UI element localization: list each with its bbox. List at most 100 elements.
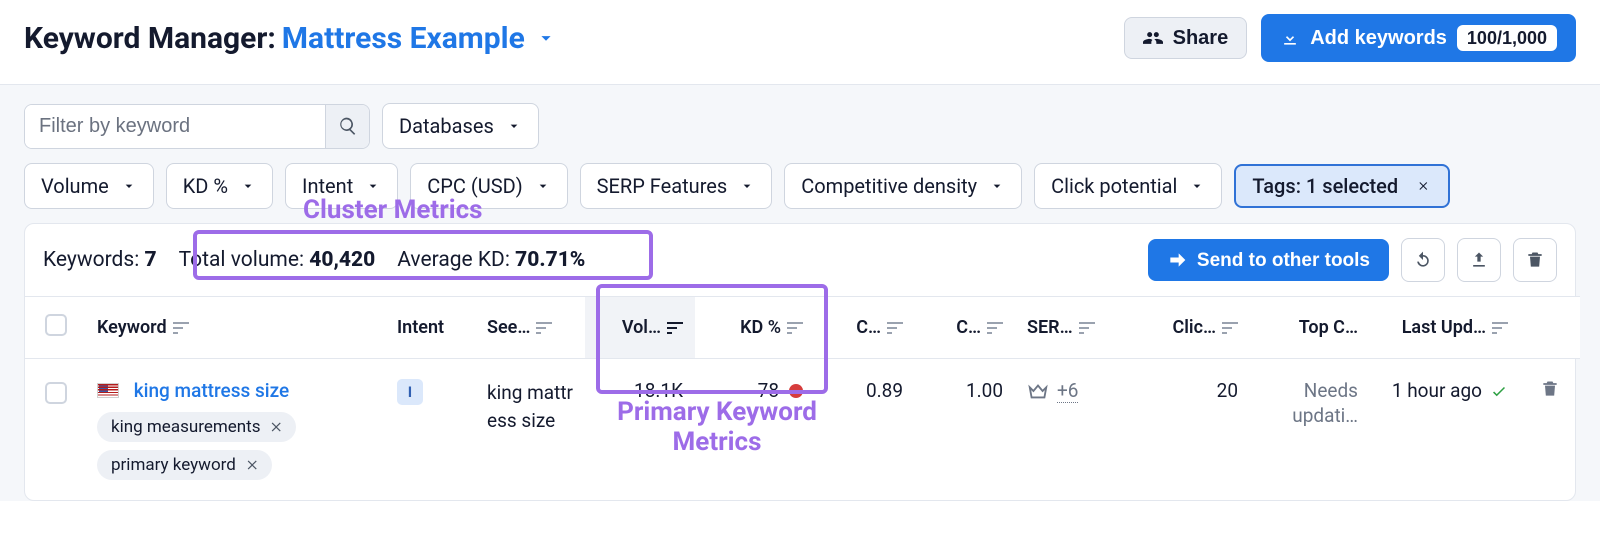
col-click[interactable]: Clic…	[1135, 297, 1250, 359]
project-selector[interactable]: Mattress Example	[282, 21, 557, 56]
tag-remove[interactable]	[244, 456, 262, 474]
tag-chip[interactable]: primary keyword	[97, 450, 272, 480]
chevron-down-icon	[989, 178, 1005, 194]
cell-top-competitor: Needs updati…	[1250, 359, 1370, 501]
chevron-down-icon	[535, 178, 551, 194]
people-icon	[1143, 28, 1163, 48]
filter-intent[interactable]: Intent	[285, 163, 398, 209]
col-label: C…	[956, 317, 981, 338]
send-to-tools-button[interactable]: Send to other tools	[1148, 239, 1389, 281]
close-icon	[246, 458, 260, 472]
col-label: Clic…	[1172, 317, 1216, 338]
summary-bar: Keywords: 7 Total volume: 40,420 Average…	[25, 224, 1575, 296]
delete-button[interactable]	[1513, 238, 1557, 282]
col-cpc[interactable]: C…	[815, 297, 915, 359]
chevron-down-icon	[535, 27, 557, 49]
cell-last-update: 1 hour ago	[1370, 359, 1520, 501]
col-kd[interactable]: KD %	[695, 297, 815, 359]
keyword-link[interactable]: king mattress size	[134, 379, 289, 402]
col-seed[interactable]: See…	[475, 297, 585, 359]
metric-avg-kd: Average KD: 70.71%	[397, 248, 585, 272]
databases-select[interactable]: Databases	[382, 103, 539, 149]
keyword-search-input[interactable]	[25, 105, 325, 148]
tag-remove[interactable]	[268, 418, 286, 436]
sort-icon	[887, 317, 903, 338]
intent-badge: I	[397, 379, 423, 405]
col-volume[interactable]: Vol…	[585, 297, 695, 359]
col-label: SER…	[1027, 317, 1073, 338]
page-title: Keyword Manager: Mattress Example	[24, 21, 557, 56]
col-label: Keyword	[97, 317, 167, 338]
filter-click[interactable]: Click potential	[1034, 163, 1222, 209]
cell-intent: I	[385, 359, 475, 501]
filter-label: Volume	[41, 174, 109, 198]
col-lastupdate[interactable]: Last Upd…	[1370, 297, 1520, 359]
row-checkbox[interactable]	[45, 382, 67, 404]
filters-row-1: Databases	[24, 103, 1576, 149]
add-keywords-count: 100/1,000	[1457, 25, 1557, 51]
send-icon	[1167, 250, 1187, 270]
share-button[interactable]: Share	[1124, 17, 1248, 59]
chevron-down-icon	[506, 118, 522, 134]
filter-cpc[interactable]: CPC (USD)	[410, 163, 567, 209]
table-header-row: Keyword Intent See… Vol… KD % C… C… SER……	[25, 297, 1580, 359]
tag-label: king measurements	[111, 417, 260, 437]
crown-icon	[1027, 380, 1049, 402]
sort-icon	[173, 317, 189, 338]
search-icon	[338, 116, 358, 136]
tags-clear-button[interactable]	[1412, 174, 1436, 198]
top-actions: Share Add keywords 100/1,000	[1124, 14, 1576, 62]
table-row: king mattress size king measurements pri…	[25, 359, 1580, 501]
chevron-down-icon	[1189, 178, 1205, 194]
col-label: Vol…	[622, 317, 661, 338]
last-update-text: 1 hour ago	[1392, 379, 1482, 402]
filter-volume[interactable]: Volume	[24, 163, 154, 209]
col-intent[interactable]: Intent	[385, 297, 475, 359]
col-label: Top C…	[1299, 317, 1358, 338]
row-delete-button[interactable]	[1532, 379, 1568, 399]
chevron-down-icon	[365, 178, 381, 194]
sort-icon	[667, 317, 683, 338]
metric-value: 7	[145, 248, 157, 272]
filter-kd[interactable]: KD %	[166, 163, 273, 209]
chevron-down-icon	[739, 178, 755, 194]
col-serp[interactable]: SER…	[1015, 297, 1135, 359]
cell-keyword: king mattress size king measurements pri…	[85, 359, 385, 501]
keyword-search-button[interactable]	[325, 105, 369, 148]
col-cd[interactable]: C…	[915, 297, 1015, 359]
filter-tags-active[interactable]: Tags: 1 selected	[1234, 164, 1450, 208]
filter-serp[interactable]: SERP Features	[580, 163, 773, 209]
databases-label: Databases	[399, 114, 494, 138]
title-prefix: Keyword Manager:	[24, 21, 276, 56]
col-actions	[1520, 297, 1580, 359]
keyword-search	[24, 104, 370, 149]
cell-select	[25, 359, 85, 501]
keywords-table: Keyword Intent See… Vol… KD % C… C… SER……	[25, 296, 1580, 500]
export-button[interactable]	[1457, 238, 1501, 282]
chevron-down-icon	[240, 178, 256, 194]
col-keyword[interactable]: Keyword	[85, 297, 385, 359]
filter-cd[interactable]: Competitive density	[784, 163, 1022, 209]
chevron-down-icon	[121, 178, 137, 194]
select-all-checkbox[interactable]	[45, 314, 67, 336]
summary-actions: Send to other tools	[1148, 238, 1557, 282]
col-topc[interactable]: Top C…	[1250, 297, 1370, 359]
close-icon	[270, 420, 284, 434]
add-keywords-button[interactable]: Add keywords 100/1,000	[1261, 14, 1576, 62]
filter-label: Competitive density	[801, 174, 977, 198]
tag-chip[interactable]: king measurements	[97, 412, 296, 442]
tags-filter-label: Tags: 1 selected	[1252, 174, 1398, 198]
metric-label: Average KD:	[397, 248, 510, 272]
col-label: KD %	[740, 317, 781, 338]
filter-label: Click potential	[1051, 174, 1177, 198]
refresh-button[interactable]	[1401, 238, 1445, 282]
col-label: See…	[487, 317, 530, 338]
col-label: Intent	[397, 317, 444, 338]
share-label: Share	[1173, 28, 1229, 48]
sort-icon	[536, 317, 552, 338]
kd-value: 78	[758, 379, 779, 402]
serp-more[interactable]: +6	[1057, 379, 1078, 403]
send-label: Send to other tools	[1197, 251, 1370, 270]
cell-cpc: 0.89	[815, 359, 915, 501]
filter-label: SERP Features	[597, 174, 728, 198]
